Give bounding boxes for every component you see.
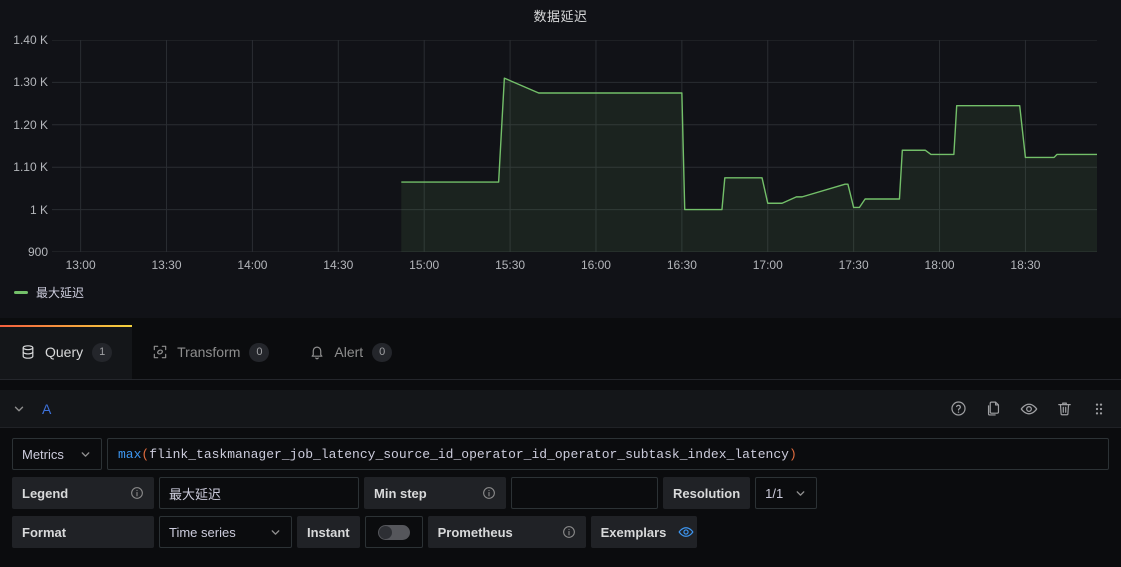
tab-label: Query xyxy=(45,344,84,360)
instant-toggle-knob xyxy=(378,525,392,539)
resolution-label: Resolution xyxy=(663,477,751,509)
info-icon[interactable] xyxy=(562,525,576,539)
tab-label: Alert xyxy=(334,344,364,360)
panel-editor-tabs: Query 1 Transform 0 Alert 0 xyxy=(0,325,1121,380)
y-axis-tick-label: 1.30 K xyxy=(13,75,48,90)
chart-plot-area[interactable]: 1.40 K 1.30 K 1.20 K 1.10 K 1 K 900 13:00 13:30… xyxy=(0,33,1121,280)
x-axis-tick-label: 17:00 xyxy=(752,258,783,272)
format-value: Time series xyxy=(169,524,236,540)
chart-grid xyxy=(52,40,1097,252)
format-instant-row: Format Time series Instant Prometheus Ex… xyxy=(12,516,1109,548)
series-area-fill xyxy=(401,78,1097,252)
resolution-value: 1/1 xyxy=(765,485,784,501)
format-label: Format xyxy=(12,516,154,548)
legend-format-input[interactable]: 最大延迟 xyxy=(159,477,359,509)
y-axis-tick-label: 1 K xyxy=(29,202,48,217)
prometheus-datasource-label: Prometheus xyxy=(427,516,586,548)
info-icon[interactable] xyxy=(130,486,144,500)
chart-legend[interactable]: 最大延迟 xyxy=(14,284,84,301)
x-axis-tick-label: 16:00 xyxy=(580,258,611,272)
query-fields: Metrics max(flink_taskmanager_job_latenc… xyxy=(0,428,1121,548)
legend-label-text: Legend xyxy=(22,485,69,501)
legend-label: Legend xyxy=(12,477,154,509)
database-icon xyxy=(20,344,36,360)
query-ref-id[interactable]: A xyxy=(42,401,51,417)
tab-count-badge: 0 xyxy=(249,342,270,362)
exemplars-toggle[interactable]: Exemplars xyxy=(590,516,697,548)
x-axis-tick-label: 14:00 xyxy=(237,258,268,272)
x-axis-tick-label: 16:30 xyxy=(666,258,697,272)
expression-close-paren: ) xyxy=(788,446,797,462)
instant-toggle[interactable] xyxy=(364,516,423,548)
prometheus-label-text: Prometheus xyxy=(437,524,513,540)
drag-handle-icon[interactable] xyxy=(1091,401,1107,417)
query-editor: A Metrics max (flink_taskmanager_job_la… xyxy=(0,390,1121,567)
info-icon[interactable] xyxy=(482,486,496,500)
bell-icon xyxy=(309,344,325,360)
x-axis-tick-label: 15:30 xyxy=(495,258,526,272)
chevron-down-icon xyxy=(79,448,92,461)
eye-icon[interactable] xyxy=(678,524,694,540)
tab-alert[interactable]: Alert 0 xyxy=(289,325,412,379)
legend-color-swatch xyxy=(14,291,28,294)
min-step-label-text: Min step xyxy=(374,485,427,501)
query-row-header: A xyxy=(0,390,1121,428)
promql-expression-input[interactable]: max(flink_taskmanager_job_latency_source… xyxy=(107,438,1109,470)
eye-icon[interactable] xyxy=(1020,400,1038,418)
min-step-label: Min step xyxy=(364,477,506,509)
panel-title[interactable]: 数据延迟 xyxy=(0,6,1121,25)
x-axis-tick-label: 14:30 xyxy=(323,258,354,272)
x-axis-tick-label: 18:30 xyxy=(1010,258,1041,272)
instant-toggle-track xyxy=(377,524,410,540)
tab-query[interactable]: Query 1 xyxy=(0,325,133,379)
legend-minstep-resolution-row: Legend 最大延迟 Min step Resolution 1/1 xyxy=(12,477,1109,509)
y-axis-tick-label: 1.10 K xyxy=(13,160,48,175)
tab-count-badge: 1 xyxy=(92,342,113,362)
graph-panel: 数据延迟 1.40 K 1.30 K 1.20 K 1.10 K 1 K 900 13:00… xyxy=(0,0,1121,318)
transform-icon xyxy=(152,344,168,360)
tab-label: Transform xyxy=(177,344,241,360)
chevron-down-icon xyxy=(269,526,282,539)
y-axis-tick-label: 900 xyxy=(27,245,48,259)
metrics-expression-row: Metrics max(flink_taskmanager_job_latenc… xyxy=(12,438,1109,470)
expression-open-paren: ( xyxy=(141,446,150,462)
format-dropdown[interactable]: Time series xyxy=(159,516,292,548)
trash-icon[interactable] xyxy=(1056,400,1073,417)
tab-count-badge: 0 xyxy=(372,342,393,362)
duplicate-icon[interactable] xyxy=(985,400,1002,417)
instant-label: Instant xyxy=(297,516,360,548)
chart-svg xyxy=(52,40,1097,252)
format-label-text: Format xyxy=(22,524,67,540)
x-axis-tick-label: 17:30 xyxy=(838,258,869,272)
legend-series-label[interactable]: 最大延迟 xyxy=(36,284,84,301)
chevron-down-icon[interactable] xyxy=(8,398,30,420)
expression-function: max xyxy=(118,446,142,462)
x-axis-tick-label: 15:00 xyxy=(409,258,440,272)
y-axis-tick-label: 1.20 K xyxy=(13,117,48,132)
x-axis-tick-label: 18:00 xyxy=(924,258,955,272)
chevron-down-icon xyxy=(794,487,807,500)
min-step-input[interactable] xyxy=(511,477,658,509)
expression-argument: flink_taskmanager_job_latency_source_id_… xyxy=(149,446,789,462)
instant-label-text: Instant xyxy=(307,524,350,540)
resolution-label-text: Resolution xyxy=(673,485,741,501)
metrics-dropdown[interactable]: Metrics xyxy=(12,438,102,470)
metrics-dropdown-label: Metrics xyxy=(22,446,64,462)
resolution-dropdown[interactable]: 1/1 xyxy=(755,477,818,509)
tab-transform[interactable]: Transform 0 xyxy=(132,325,289,379)
help-icon[interactable] xyxy=(950,400,967,417)
y-axis-tick-label: 1.40 K xyxy=(13,33,48,47)
x-axis-tick-label: 13:30 xyxy=(151,258,182,272)
x-axis-tick-label: 13:00 xyxy=(65,258,96,272)
exemplars-label-text: Exemplars xyxy=(600,524,667,540)
